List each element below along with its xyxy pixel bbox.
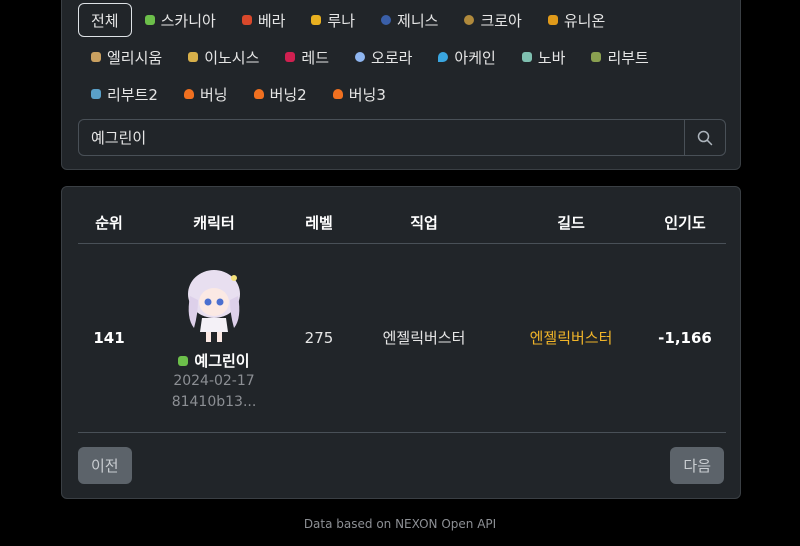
header-rank: 순위 [78,203,140,244]
world-tab-elysium[interactable]: 엘리시움 [78,40,175,74]
world-tab-enosis[interactable]: 이노시스 [175,40,272,74]
character-name-row: 예그린이 [178,350,250,371]
elysium-world-icon [91,52,101,62]
bera-world-icon [241,15,252,25]
search-icon [697,130,713,145]
scania-world-icon [178,355,189,366]
burning-world-icon [183,89,194,99]
world-tab-union[interactable]: 유니온 [535,3,618,37]
search-input[interactable] [79,120,684,155]
header-job: 직업 [350,203,498,244]
world-tab-croa[interactable]: 크로아 [451,3,534,37]
world-tab-aurora[interactable]: 오로라 [342,40,425,74]
world-tab-reboot2[interactable]: 리부트2 [78,77,171,111]
world-tab-burning[interactable]: 버닝 [171,77,241,111]
world-tab-arcane[interactable]: 아케인 [425,40,508,74]
job-cell: 엔젤릭버스터 [350,243,498,433]
arcane-world-icon [438,52,449,62]
scania-world-icon [144,15,155,25]
header-popularity: 인기도 [644,203,726,244]
popularity-cell: -1,166 [644,243,726,433]
header-level: 레벨 [288,203,350,244]
world-tab-zenith[interactable]: 제니스 [368,3,451,37]
character-cell: 예그린이 2024-02-17 81410b13... [140,243,288,433]
nova-world-icon [521,52,532,62]
ranking-results-card: 순위 캐릭터 레벨 직업 길드 인기도 141 예그린이 2024-02-17 … [61,186,741,499]
red-world-icon [285,52,296,62]
next-page-button[interactable]: 다음 [670,447,724,484]
ranking-table: 순위 캐릭터 레벨 직업 길드 인기도 141 예그린이 2024-02-17 … [78,203,726,433]
rank-cell: 141 [78,243,140,433]
world-tab-bera[interactable]: 베라 [229,3,299,37]
world-tab-burning3[interactable]: 버닝3 [320,77,399,111]
level-cell: 275 [288,243,350,433]
world-row-1: 전체 스카니아 베라 루나 제니스 크로아 유니온 [78,3,618,37]
zenith-world-icon [381,15,392,25]
world-tab-burning2[interactable]: 버닝2 [241,77,320,111]
union-world-icon [547,15,558,25]
world-row-3: 리부트2 버닝 버닝2 버닝3 [78,77,399,111]
header-character: 캐릭터 [140,203,288,244]
world-row-2: 엘리시움 이노시스 레드 오로라 아케인 노바 리부트 [78,40,662,74]
enosis-world-icon [188,52,199,62]
croa-world-icon [464,15,475,25]
world-tab-all[interactable]: 전체 [78,3,132,37]
search-button[interactable] [684,120,725,155]
character-avatar[interactable] [172,262,256,348]
aurora-world-icon [355,52,366,62]
world-tab-luna[interactable]: 루나 [298,3,368,37]
header-guild: 길드 [498,203,644,244]
character-date: 2024-02-17 [173,373,255,389]
reboot-world-icon [591,52,602,62]
world-tab-scania[interactable]: 스카니아 [132,3,229,37]
character-id: 81410b13... [171,394,257,410]
character-search-box [78,119,726,156]
burning2-world-icon [253,89,264,99]
footer-credit: Data based on NEXON Open API [303,517,497,531]
table-row: 141 예그린이 2024-02-17 81410b13... 275 엔젤릭버… [78,243,726,433]
world-tab-red[interactable]: 레드 [272,40,342,74]
table-header-row: 순위 캐릭터 레벨 직업 길드 인기도 [78,203,726,244]
world-tab-nova[interactable]: 노바 [509,40,579,74]
world-tab-reboot[interactable]: 리부트 [578,40,661,74]
character-name[interactable]: 예그린이 [194,350,249,371]
luna-world-icon [311,15,322,25]
guild-cell[interactable]: 엔젤릭버스터 [498,243,644,433]
world-filter-card: 전체 스카니아 베라 루나 제니스 크로아 유니온 엘리시움 이노시스 레드 오… [61,0,741,170]
reboot2-world-icon [91,89,101,99]
prev-page-button[interactable]: 이전 [78,447,132,484]
burning3-world-icon [332,89,343,99]
